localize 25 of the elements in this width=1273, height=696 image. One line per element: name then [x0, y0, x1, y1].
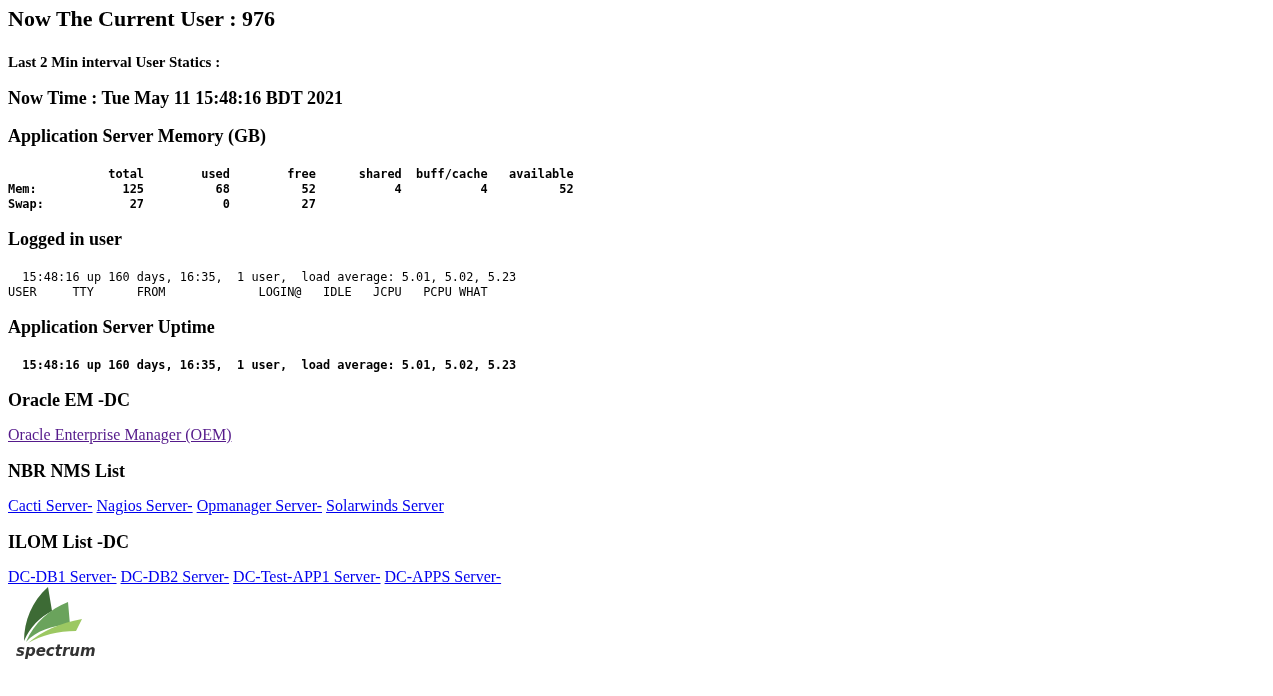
console-output-line: 15:48:16 up 160 days, 16:35, 1 user, load average: 5.01, 5.02, 5.23	[21, 270, 517, 285]
console-output-line: 15:48:16 up 160 days, 16:35, 1 user, load average: 5.01, 5.02, 5.23	[21, 358, 517, 373]
console-output-line: USER TTY FROM LOGIN@ IDLE JCPU PCPU WHAT	[8, 285, 488, 300]
console-output-line: Mem: 125 68 52 4 4 52	[8, 182, 574, 197]
section-heading: Application Server Memory (GB)	[8, 126, 268, 147]
link[interactable]: DC-DB1 Server-	[8, 568, 117, 585]
section-heading: Application Server Uptime	[8, 317, 216, 338]
link[interactable]: Cacti Server-	[8, 497, 93, 514]
section-heading: NBR NMS List	[8, 461, 126, 482]
section-heading: Logged in user	[8, 229, 123, 250]
link[interactable]: Opmanager Server-	[196, 497, 323, 514]
link[interactable]: DC-APPS Server-	[384, 568, 502, 585]
link[interactable]: Oracle Enterprise Manager (OEM)	[8, 426, 232, 443]
link[interactable]: DC-DB2 Server-	[120, 568, 230, 585]
section-heading: Oracle EM -DC	[8, 390, 131, 411]
console-output-line: total used free shared buff/cache available	[107, 167, 574, 182]
section-heading: ILOM List -DC	[8, 532, 130, 553]
logo-text: spectrum	[16, 643, 96, 659]
link[interactable]: Nagios Server-	[96, 497, 193, 514]
section-heading: Now Time : Tue May 11 15:48:16 BDT 2021	[8, 88, 345, 109]
link[interactable]: DC-Test-APP1 Server-	[233, 568, 381, 585]
page-title: Now The Current User : 976	[8, 6, 277, 32]
console-output-line: Swap: 27 0 27	[8, 197, 316, 212]
link[interactable]: Solarwinds Server	[326, 497, 444, 514]
subtitle: Last 2 Min interval User Statics :	[8, 54, 222, 71]
